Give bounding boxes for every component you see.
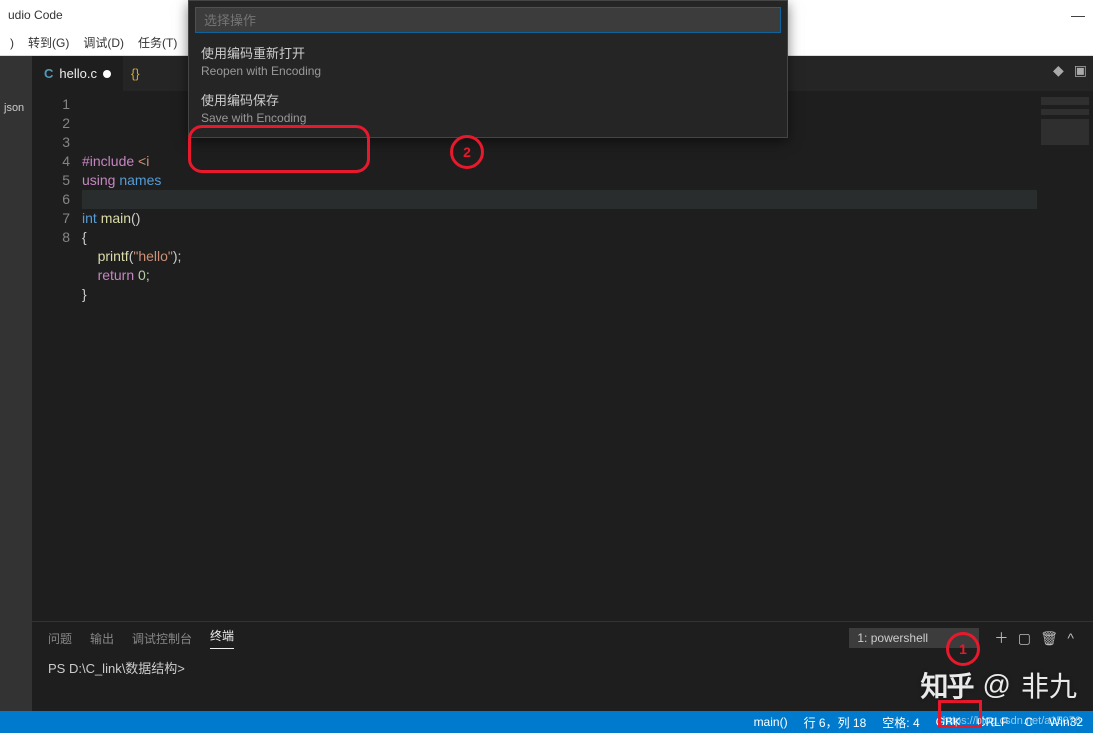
watermark-name: 非九 — [1021, 665, 1077, 705]
tab-hello-c[interactable]: C hello.c — [32, 56, 123, 91]
watermark-url: https://blog.csdn.net/a15076 — [943, 715, 1081, 727]
line-gutter: 12345678 — [32, 91, 82, 621]
palette-item-subtitle: Reopen with Encoding — [201, 63, 775, 80]
code-editor[interactable]: 12345678 #include <iusing namesint main(… — [32, 91, 1093, 621]
watermark: 知乎 @ 非九 — [921, 665, 1077, 705]
tab-filename: hello.c — [59, 66, 97, 81]
new-terminal-icon[interactable]: ＋ — [991, 630, 1011, 646]
sidebar-item-json[interactable]: json — [0, 96, 32, 120]
explorer-sidebar: json — [0, 56, 32, 711]
menu-partial[interactable]: ) — [4, 34, 20, 52]
kill-terminal-icon[interactable]: 🗑 — [1037, 630, 1061, 646]
menu-tasks[interactable]: 任务(T) — [132, 32, 183, 53]
palette-item-reopen-encoding[interactable]: 使用编码重新打开 Reopen with Encoding — [189, 39, 787, 86]
minimize-icon[interactable]: — — [1071, 7, 1085, 23]
palette-input[interactable] — [195, 7, 781, 33]
status-main[interactable]: main() — [754, 715, 788, 729]
palette-item-title: 使用编码重新打开 — [201, 45, 775, 63]
palette-item-subtitle: Save with Encoding — [201, 110, 775, 127]
palette-item-title: 使用编码保存 — [201, 92, 775, 110]
panel-tab-output[interactable]: 输出 — [90, 630, 114, 647]
status-spaces[interactable]: 空格: 4 — [882, 714, 919, 731]
terminal-prompt: PS D:\C_link\数据结构> — [48, 661, 185, 676]
zhihu-icon: 知乎 — [921, 665, 973, 705]
unsaved-dot-icon — [103, 70, 111, 78]
palette-list: 使用编码重新打开 Reopen with Encoding 使用编码保存 Sav… — [189, 39, 787, 137]
split-terminal-icon[interactable]: ▢ — [1015, 630, 1034, 646]
editor-area: C hello.c {} ◆ ▣ 12345678 #include <iusi… — [32, 56, 1093, 711]
panel-tab-problems[interactable]: 问题 — [48, 630, 72, 647]
maximize-panel-icon[interactable]: ^ — [1064, 630, 1077, 646]
compare-icon[interactable]: ◆ — [1053, 62, 1064, 79]
minimap-preview — [1041, 97, 1089, 157]
code-content[interactable]: #include <iusing namesint main(){ printf… — [82, 91, 1037, 621]
app-title: udio Code — [8, 8, 63, 22]
terminal-select[interactable]: 1: powershell — [849, 628, 979, 648]
command-palette: 使用编码重新打开 Reopen with Encoding 使用编码保存 Sav… — [188, 0, 788, 138]
split-editor-icon[interactable]: ▣ — [1074, 62, 1087, 79]
panel-tabs: 问题 输出 调试控制台 终端 1: powershell ＋ ▢ 🗑 ^ — [32, 622, 1093, 654]
status-lncol[interactable]: 行 6，列 18 — [804, 714, 867, 731]
minimap[interactable] — [1037, 91, 1093, 621]
tab-secondary[interactable]: {} — [123, 56, 148, 91]
editor-actions: ◆ ▣ — [1053, 62, 1087, 79]
panel-tab-debug-console[interactable]: 调试控制台 — [132, 630, 192, 647]
c-file-icon: C — [44, 66, 53, 81]
braces-icon: {} — [131, 66, 140, 81]
palette-item-save-encoding[interactable]: 使用编码保存 Save with Encoding — [189, 86, 787, 133]
menu-goto[interactable]: 转到(G) — [22, 32, 75, 53]
menu-debug[interactable]: 调试(D) — [77, 32, 130, 53]
status-bar: main() 行 6，列 18 空格: 4 GBK CRLF C Win32 — [0, 711, 1093, 733]
watermark-at: @ — [983, 669, 1011, 701]
panel-tab-terminal[interactable]: 终端 — [210, 627, 234, 649]
